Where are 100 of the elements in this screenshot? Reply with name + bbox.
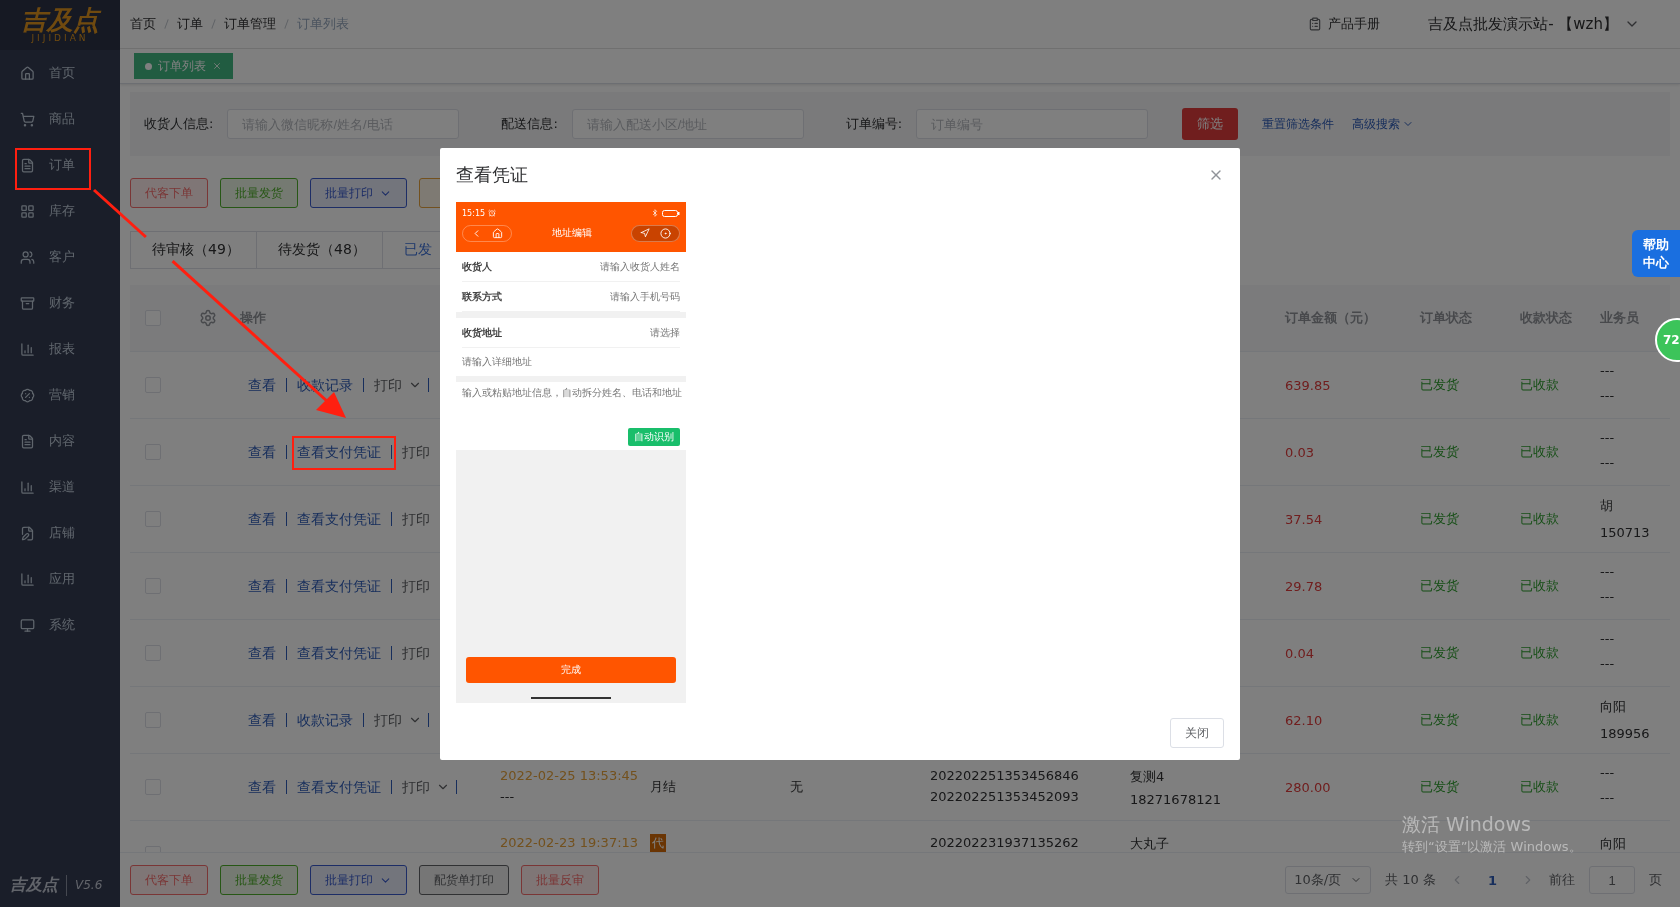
navigation-icon[interactable] [640,228,650,238]
sidebar-item[interactable]: 财务 [0,280,120,326]
print-menu[interactable]: 打印 [391,512,436,526]
print-menu[interactable]: 打印 [363,713,408,727]
dialog-title: 查看凭证 [456,163,528,187]
action-link[interactable]: 查看支付凭证 [286,646,391,660]
goto-label: 前往 [1549,871,1575,889]
sidebar-label: 订单 [49,156,75,174]
page-input[interactable]: 1 [1589,866,1635,894]
action-link[interactable]: 收款记录 [286,713,363,727]
print-menu[interactable]: 打印 [391,579,436,593]
sidebar-label: 渠道 [49,478,75,496]
order-status: 已发货 [1420,711,1460,729]
order-number: 202202231937135262 [930,835,1080,850]
sidebar-item[interactable]: 商品 [0,96,120,142]
status-tab[interactable]: 待发货（48） [256,231,383,269]
payment-status: 已收款 [1520,577,1560,595]
phone-field-placeholder: 请选择 [650,325,680,340]
action-link[interactable]: 查看支付凭证 [286,445,391,459]
amount-text: 0.04 [1285,645,1315,661]
sidebar-label: 营销 [49,386,75,404]
print-menu[interactable]: 打印 [391,780,436,794]
filter-label: 配送信息: [501,115,558,133]
print-menu[interactable]: 打印 [363,378,408,392]
sidebar-item[interactable]: 营销 [0,372,120,418]
customer-text: 复测4 [1130,768,1166,786]
breadcrumb-link[interactable]: 订单 [177,15,203,33]
action-link[interactable]: 查看 [240,579,286,593]
salesman-text: --- [1600,430,1616,445]
document-icon [20,525,35,541]
sidebar-item[interactable]: 库存 [0,188,120,234]
action-link[interactable]: 查看 [240,445,286,459]
bluetooth-icon [651,209,659,217]
amount-text: 37.54 [1285,511,1324,527]
salesman-text: --- [1600,656,1616,671]
salesman-text: --- [1600,455,1616,470]
sidebar-label: 内容 [49,432,75,450]
amount-text: 280.00 [1285,779,1332,795]
sidebar-item[interactable]: 系统 [0,602,120,648]
page-tab[interactable]: 订单列表 [134,53,233,79]
action-link[interactable]: 查看 [240,512,286,526]
action-link[interactable]: 查看支付凭证 [286,579,391,593]
sidebar-item[interactable]: 订单 [0,142,120,188]
action-link[interactable]: 查看 [240,378,286,392]
cart-icon [20,111,35,127]
home-icon [20,65,35,81]
document-icon [20,433,35,449]
salesman-text: --- [1600,564,1616,579]
action-link[interactable]: 查看 [240,646,286,660]
amount-text: 639.85 [1285,377,1332,393]
advanced-search-link[interactable]: 高级搜索 [1352,115,1415,133]
user-menu[interactable]: 吉及点批发演示站- 【wzh】 [1428,14,1618,34]
salesman-text: 150713 [1600,525,1651,540]
payment-status: 已收款 [1520,711,1560,729]
home-icon[interactable] [492,227,503,239]
sidebar-item[interactable]: 店铺 [0,510,120,556]
sidebar-item[interactable]: 内容 [0,418,120,464]
people-icon [20,249,35,265]
gear-icon[interactable] [198,309,217,327]
manual-link[interactable]: 产品手册 [1328,15,1381,33]
breadcrumb-link[interactable]: 首页 [130,15,156,33]
action-link[interactable]: 查看支付凭证 [286,780,391,794]
order-status: 已发货 [1420,577,1460,595]
sidebar-label: 客户 [49,248,75,266]
action-link[interactable]: 查看 [240,713,286,727]
salesman-text: --- [1600,388,1616,403]
monitor-icon [20,617,35,633]
page-size-select[interactable]: 10条/页 [1285,866,1372,894]
close-dialog-button[interactable]: 关闭 [1170,718,1224,748]
date-text: 2022-02-25 13:53:45 [500,768,640,783]
payment-status: 已收款 [1520,376,1560,394]
action-link[interactable]: 查看支付凭证 [286,512,391,526]
sidebar-item[interactable]: 客户 [0,234,120,280]
sidebar-label: 财务 [49,294,75,312]
customer-text: 18271678121 [1130,792,1222,807]
settle-tag: 代 [650,834,666,852]
phone-field-label: 联系方式 [462,289,502,304]
record-icon[interactable] [660,227,671,239]
footer-logo: 吉及点 [10,874,67,896]
sidebar-label: 应用 [49,570,75,588]
sidebar-item[interactable]: 应用 [0,556,120,602]
print-menu[interactable]: 打印 [391,445,436,459]
help-center-button[interactable]: 帮助中心 [1632,230,1680,277]
reset-link[interactable]: 重置筛选条件 [1262,115,1335,133]
box-icon [20,295,35,311]
page-number[interactable]: 1 [1477,872,1507,888]
alarm-icon [488,209,497,217]
sidebar-item[interactable]: 渠道 [0,464,120,510]
status-tab[interactable]: 待审核（49） [130,231,257,269]
salesman-text: --- [1600,589,1616,604]
grid-icon [20,203,35,219]
sidebar-item[interactable]: 报表 [0,326,120,372]
order-status: 已发货 [1420,376,1460,394]
sidebar-label: 库存 [49,202,75,220]
sidebar-item[interactable]: 首页 [0,50,120,96]
print-menu[interactable]: 打印 [391,646,436,660]
breadcrumb-link[interactable]: 订单管理 [224,15,276,33]
sidebar-label: 系统 [49,616,75,634]
action-link[interactable]: 查看 [240,780,286,794]
filter-button[interactable]: 筛选 [1182,108,1239,140]
